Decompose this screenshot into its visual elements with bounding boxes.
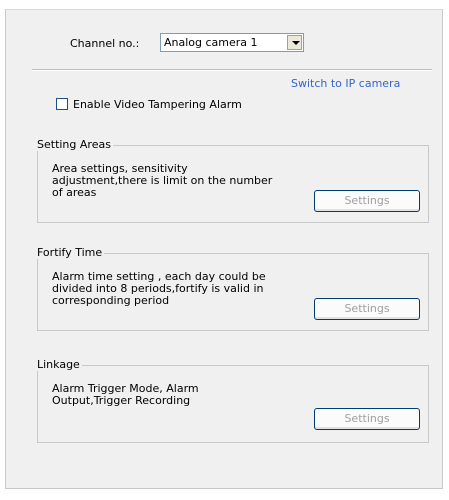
channel-label: Channel no.: xyxy=(70,37,140,50)
group-title: Linkage xyxy=(35,358,82,371)
chevron-down-icon xyxy=(292,41,300,45)
switch-to-ip-camera-link[interactable]: Switch to IP camera xyxy=(291,77,400,90)
group-title: Fortify Time xyxy=(35,246,105,259)
description-line: of areas xyxy=(52,186,97,199)
setting-areas-settings-button[interactable]: Settings xyxy=(314,190,420,212)
group-title: Setting Areas xyxy=(35,138,113,151)
enable-tampering-checkbox[interactable] xyxy=(56,98,68,110)
top-strip xyxy=(0,0,449,9)
group-setting-areas: Setting Areas Area settings, sensitivity… xyxy=(35,138,429,223)
divider xyxy=(32,69,432,71)
group-linkage: Linkage Alarm Trigger Mode, Alarm Output… xyxy=(35,358,429,443)
description-line: corresponding period xyxy=(52,294,170,307)
group-description: Alarm time setting , each day could be d… xyxy=(52,271,266,307)
enable-tampering-label: Enable Video Tampering Alarm xyxy=(73,98,242,111)
group-description: Area settings, sensitivity adjustment,th… xyxy=(52,163,272,199)
channel-select[interactable]: Analog camera 1 xyxy=(160,33,304,52)
group-description: Alarm Trigger Mode, Alarm Output,Trigger… xyxy=(52,383,199,407)
channel-select-dropdown-button[interactable] xyxy=(287,35,302,50)
linkage-settings-button[interactable]: Settings xyxy=(314,408,420,430)
group-fortify-time: Fortify Time Alarm time setting , each d… xyxy=(35,246,429,331)
channel-select-value: Analog camera 1 xyxy=(164,36,258,49)
fortify-time-settings-button[interactable]: Settings xyxy=(314,298,420,320)
description-line: Output,Trigger Recording xyxy=(52,394,191,407)
